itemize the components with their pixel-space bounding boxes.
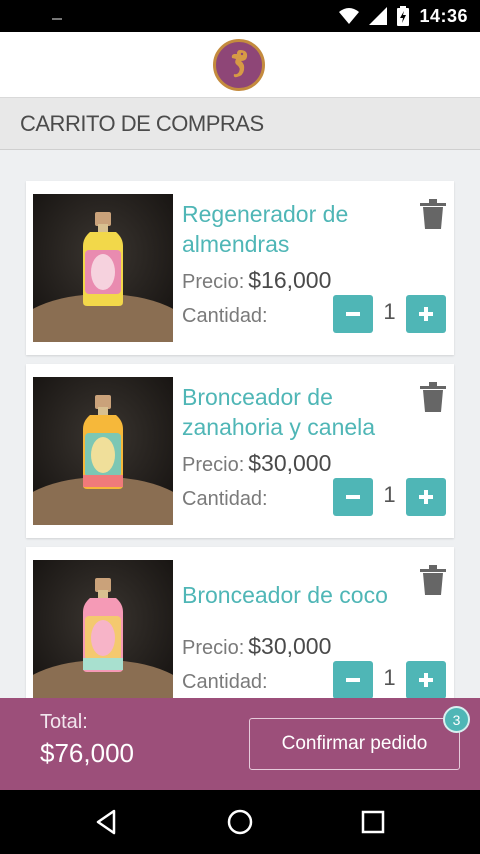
quantity-value: 1 (383, 299, 396, 324)
product-image (33, 194, 173, 342)
recents-icon[interactable] (355, 804, 391, 840)
plus-icon (419, 307, 433, 321)
cart-item: Bronceador de zanahoria y canela Precio:… (26, 364, 454, 538)
back-icon[interactable] (88, 804, 124, 840)
decrease-quantity-button[interactable] (333, 295, 373, 333)
delete-icon[interactable] (420, 199, 446, 229)
quantity-value: 1 (383, 665, 396, 690)
item-count-badge: 3 (443, 706, 470, 733)
cart-item: Regenerador de almendras Precio: $16,000 … (26, 181, 454, 355)
app-header (0, 32, 480, 98)
increase-quantity-button[interactable] (406, 661, 446, 698)
navigation-bar (0, 790, 480, 854)
price-label: Precio: (182, 271, 245, 293)
price-label: Precio: (182, 637, 245, 659)
product-name: Bronceador de zanahoria y canela (182, 384, 376, 440)
confirm-order-button[interactable]: Confirmar pedido (249, 718, 460, 770)
quantity-label: Cantidad: (182, 671, 268, 693)
price-value: $30,000 (248, 450, 332, 476)
home-icon[interactable] (222, 804, 258, 840)
delete-icon[interactable] (420, 382, 446, 412)
page-title: CARRITO DE COMPRAS (20, 111, 264, 136)
price-value: $30,000 (248, 633, 332, 659)
signal-icon (369, 7, 388, 25)
status-bar: 14:36 (0, 0, 480, 32)
increase-quantity-button[interactable] (406, 295, 446, 333)
price-value: $16,000 (248, 267, 332, 293)
product-name: Bronceador de coco (182, 582, 388, 608)
cart-footer: Total: $76,000 Confirmar pedido 3 (0, 698, 480, 790)
decrease-quantity-button[interactable] (333, 478, 373, 516)
notification-icon (52, 18, 62, 20)
minus-icon (346, 678, 360, 682)
product-image (33, 560, 173, 698)
seahorse-logo-icon[interactable] (213, 39, 265, 91)
quantity-label: Cantidad: (182, 488, 268, 510)
decrease-quantity-button[interactable] (333, 661, 373, 698)
product-name: Regenerador de almendras (182, 201, 349, 257)
total-label: Total: (40, 711, 88, 733)
delete-icon[interactable] (420, 565, 446, 595)
price-row: Precio: $30,000 (182, 633, 331, 660)
product-image (33, 377, 173, 525)
battery-icon (397, 6, 410, 26)
plus-icon (419, 673, 433, 687)
wifi-icon (339, 8, 360, 24)
price-row: Precio: $30,000 (182, 450, 331, 477)
status-time: 14:36 (419, 5, 468, 26)
total-value: $76,000 (40, 738, 134, 768)
page-title-bar: CARRITO DE COMPRAS (0, 98, 480, 150)
increase-quantity-button[interactable] (406, 478, 446, 516)
cart-item: Bronceador de coco Precio: $30,000 Cantid… (26, 547, 454, 698)
quantity-value: 1 (383, 482, 396, 507)
quantity-label: Cantidad: (182, 305, 268, 327)
price-label: Precio: (182, 454, 245, 476)
minus-icon (346, 495, 360, 499)
price-row: Precio: $16,000 (182, 267, 331, 294)
cart-list[interactable]: Regenerador de almendras Precio: $16,000 … (0, 150, 480, 698)
plus-icon (419, 490, 433, 504)
minus-icon (346, 312, 360, 316)
